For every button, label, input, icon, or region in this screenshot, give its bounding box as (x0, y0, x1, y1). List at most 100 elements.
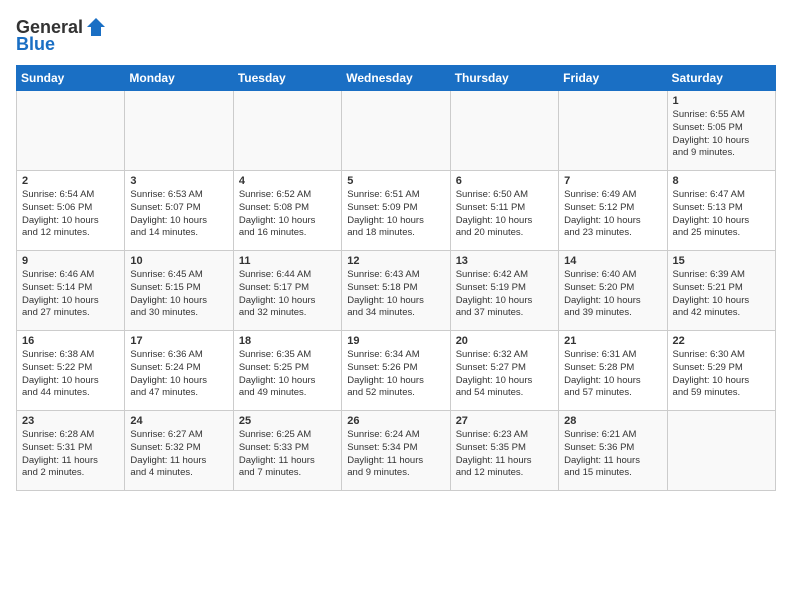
day-number: 17 (130, 335, 227, 347)
day-info: Sunrise: 6:43 AM Sunset: 5:18 PM Dayligh… (347, 269, 444, 320)
calendar-cell: 10 Sunrise: 6:45 AM Sunset: 5:15 PM Dayli… (125, 251, 233, 331)
day-number: 10 (130, 255, 227, 267)
calendar-cell (17, 91, 125, 171)
calendar-cell: 13 Sunrise: 6:42 AM Sunset: 5:19 PM Dayli… (450, 251, 558, 331)
day-info: Sunrise: 6:31 AM Sunset: 5:28 PM Dayligh… (564, 349, 661, 400)
day-number: 19 (347, 335, 444, 347)
day-number: 27 (456, 415, 553, 427)
day-info: Sunrise: 6:36 AM Sunset: 5:24 PM Dayligh… (130, 349, 227, 400)
calendar-cell: 20 Sunrise: 6:32 AM Sunset: 5:27 PM Dayli… (450, 331, 558, 411)
day-info: Sunrise: 6:27 AM Sunset: 5:32 PM Dayligh… (130, 429, 227, 480)
calendar-cell: 22Sunrise: 6:30 AM Sunset: 5:29 PM Dayli… (667, 331, 775, 411)
calendar-cell: 14 Sunrise: 6:40 AM Sunset: 5:20 PM Dayli… (559, 251, 667, 331)
day-info: Sunrise: 6:55 AM Sunset: 5:05 PM Dayligh… (673, 109, 770, 160)
day-info: Sunrise: 6:35 AM Sunset: 5:25 PM Dayligh… (239, 349, 336, 400)
calendar-week-1: 1 Sunrise: 6:55 AM Sunset: 5:05 PM Daylig… (17, 91, 776, 171)
calendar-cell: 17 Sunrise: 6:36 AM Sunset: 5:24 PM Dayli… (125, 331, 233, 411)
calendar-cell: 8 Sunrise: 6:47 AM Sunset: 5:13 PM Daylig… (667, 171, 775, 251)
day-number: 12 (347, 255, 444, 267)
day-info: Sunrise: 6:24 AM Sunset: 5:34 PM Dayligh… (347, 429, 444, 480)
day-info: Sunrise: 6:50 AM Sunset: 5:11 PM Dayligh… (456, 189, 553, 240)
day-number: 23 (22, 415, 119, 427)
calendar-week-5: 23 Sunrise: 6:28 AM Sunset: 5:31 PM Dayli… (17, 411, 776, 491)
calendar-cell: 4 Sunrise: 6:52 AM Sunset: 5:08 PM Daylig… (233, 171, 341, 251)
weekday-header-row: SundayMondayTuesdayWednesdayThursdayFrid… (17, 66, 776, 91)
weekday-header-saturday: Saturday (667, 66, 775, 91)
weekday-header-monday: Monday (125, 66, 233, 91)
calendar-week-3: 9 Sunrise: 6:46 AM Sunset: 5:14 PM Daylig… (17, 251, 776, 331)
page-header: General Blue (16, 16, 776, 55)
day-info: Sunrise: 6:32 AM Sunset: 5:27 PM Dayligh… (456, 349, 553, 400)
day-number: 14 (564, 255, 661, 267)
weekday-header-friday: Friday (559, 66, 667, 91)
day-info: Sunrise: 6:47 AM Sunset: 5:13 PM Dayligh… (673, 189, 770, 240)
day-number: 15 (673, 255, 770, 267)
calendar-cell: 16 Sunrise: 6:38 AM Sunset: 5:22 PM Dayli… (17, 331, 125, 411)
logo-blue: Blue (16, 34, 55, 55)
day-info: Sunrise: 6:40 AM Sunset: 5:20 PM Dayligh… (564, 269, 661, 320)
calendar-cell: 15 Sunrise: 6:39 AM Sunset: 5:21 PM Dayli… (667, 251, 775, 331)
calendar-cell: 2 Sunrise: 6:54 AM Sunset: 5:06 PM Daylig… (17, 171, 125, 251)
calendar-cell: 3 Sunrise: 6:53 AM Sunset: 5:07 PM Daylig… (125, 171, 233, 251)
calendar-cell: 21 Sunrise: 6:31 AM Sunset: 5:28 PM Dayli… (559, 331, 667, 411)
day-info: Sunrise: 6:53 AM Sunset: 5:07 PM Dayligh… (130, 189, 227, 240)
day-info: Sunrise: 6:44 AM Sunset: 5:17 PM Dayligh… (239, 269, 336, 320)
calendar-cell: 9 Sunrise: 6:46 AM Sunset: 5:14 PM Daylig… (17, 251, 125, 331)
day-info: Sunrise: 6:25 AM Sunset: 5:33 PM Dayligh… (239, 429, 336, 480)
weekday-header-thursday: Thursday (450, 66, 558, 91)
day-number: 28 (564, 415, 661, 427)
calendar-cell: 19 Sunrise: 6:34 AM Sunset: 5:26 PM Dayli… (342, 331, 450, 411)
day-info: Sunrise: 6:52 AM Sunset: 5:08 PM Dayligh… (239, 189, 336, 240)
day-number: 26 (347, 415, 444, 427)
day-info: Sunrise: 6:34 AM Sunset: 5:26 PM Dayligh… (347, 349, 444, 400)
calendar-cell (450, 91, 558, 171)
day-number: 13 (456, 255, 553, 267)
weekday-header-sunday: Sunday (17, 66, 125, 91)
day-number: 5 (347, 175, 444, 187)
calendar-cell: 25 Sunrise: 6:25 AM Sunset: 5:33 PM Dayli… (233, 411, 341, 491)
day-info: Sunrise: 6:54 AM Sunset: 5:06 PM Dayligh… (22, 189, 119, 240)
day-info: Sunrise: 6:39 AM Sunset: 5:21 PM Dayligh… (673, 269, 770, 320)
day-info: Sunrise: 6:28 AM Sunset: 5:31 PM Dayligh… (22, 429, 119, 480)
calendar-cell (342, 91, 450, 171)
day-number: 11 (239, 255, 336, 267)
calendar-cell: 7 Sunrise: 6:49 AM Sunset: 5:12 PM Daylig… (559, 171, 667, 251)
calendar-cell: 6Sunrise: 6:50 AM Sunset: 5:11 PM Daylig… (450, 171, 558, 251)
calendar-cell (667, 411, 775, 491)
calendar-cell: 11 Sunrise: 6:44 AM Sunset: 5:17 PM Dayli… (233, 251, 341, 331)
calendar-cell: 18 Sunrise: 6:35 AM Sunset: 5:25 PM Dayli… (233, 331, 341, 411)
day-number: 8 (673, 175, 770, 187)
day-info: Sunrise: 6:23 AM Sunset: 5:35 PM Dayligh… (456, 429, 553, 480)
day-info: Sunrise: 6:38 AM Sunset: 5:22 PM Dayligh… (22, 349, 119, 400)
day-number: 1 (673, 95, 770, 107)
weekday-header-tuesday: Tuesday (233, 66, 341, 91)
calendar-week-2: 2 Sunrise: 6:54 AM Sunset: 5:06 PM Daylig… (17, 171, 776, 251)
calendar-cell: 27 Sunrise: 6:23 AM Sunset: 5:35 PM Dayli… (450, 411, 558, 491)
calendar-cell: 28Sunrise: 6:21 AM Sunset: 5:36 PM Dayli… (559, 411, 667, 491)
day-number: 25 (239, 415, 336, 427)
day-number: 2 (22, 175, 119, 187)
day-info: Sunrise: 6:30 AM Sunset: 5:29 PM Dayligh… (673, 349, 770, 400)
logo: General Blue (16, 16, 107, 55)
day-info: Sunrise: 6:49 AM Sunset: 5:12 PM Dayligh… (564, 189, 661, 240)
day-info: Sunrise: 6:51 AM Sunset: 5:09 PM Dayligh… (347, 189, 444, 240)
day-number: 16 (22, 335, 119, 347)
day-number: 20 (456, 335, 553, 347)
day-number: 4 (239, 175, 336, 187)
day-number: 21 (564, 335, 661, 347)
weekday-header-wednesday: Wednesday (342, 66, 450, 91)
day-number: 3 (130, 175, 227, 187)
day-info: Sunrise: 6:42 AM Sunset: 5:19 PM Dayligh… (456, 269, 553, 320)
calendar-cell: 26 Sunrise: 6:24 AM Sunset: 5:34 PM Dayli… (342, 411, 450, 491)
day-number: 24 (130, 415, 227, 427)
day-number: 7 (564, 175, 661, 187)
day-info: Sunrise: 6:45 AM Sunset: 5:15 PM Dayligh… (130, 269, 227, 320)
calendar-cell (233, 91, 341, 171)
calendar-cell: 12 Sunrise: 6:43 AM Sunset: 5:18 PM Dayli… (342, 251, 450, 331)
logo-icon (85, 16, 107, 38)
day-number: 9 (22, 255, 119, 267)
calendar-cell: 5 Sunrise: 6:51 AM Sunset: 5:09 PM Daylig… (342, 171, 450, 251)
day-number: 18 (239, 335, 336, 347)
calendar-week-4: 16 Sunrise: 6:38 AM Sunset: 5:22 PM Dayli… (17, 331, 776, 411)
day-info: Sunrise: 6:46 AM Sunset: 5:14 PM Dayligh… (22, 269, 119, 320)
